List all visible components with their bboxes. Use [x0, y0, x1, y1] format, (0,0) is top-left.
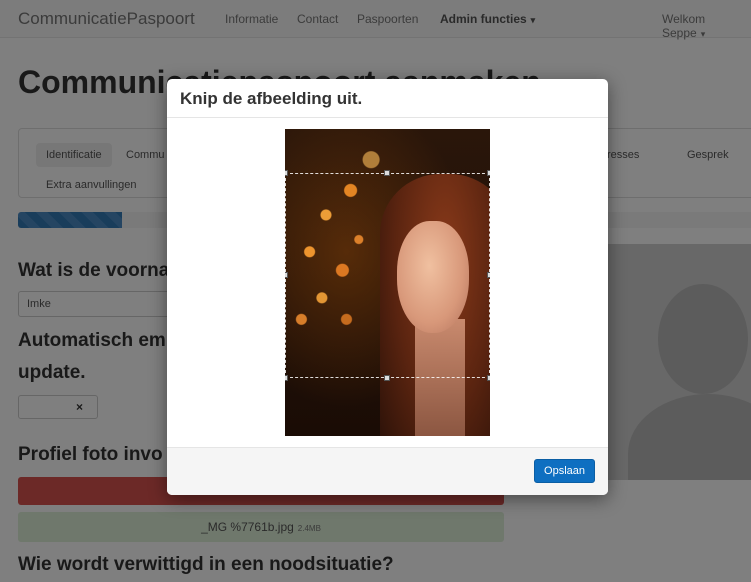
crop-handle-e[interactable] — [487, 272, 490, 278]
crop-handle-se[interactable] — [487, 375, 490, 381]
crop-handle-ne[interactable] — [487, 170, 490, 176]
crop-handle-n[interactable] — [384, 170, 390, 176]
crop-handle-sw[interactable] — [285, 375, 288, 381]
crop-handle-nw[interactable] — [285, 170, 288, 176]
crop-modal: Knip de afbeelding uit. Opslaan — [167, 79, 608, 495]
modal-title: Knip de afbeelding uit. — [180, 89, 363, 108]
crop-handle-w[interactable] — [285, 272, 288, 278]
crop-selection[interactable] — [285, 170, 490, 381]
modal-header: Knip de afbeelding uit. — [167, 79, 608, 118]
crop-image — [285, 129, 490, 436]
save-button[interactable]: Opslaan — [534, 459, 595, 483]
modal-footer: Opslaan — [167, 447, 608, 495]
crop-handle-s[interactable] — [384, 375, 390, 381]
